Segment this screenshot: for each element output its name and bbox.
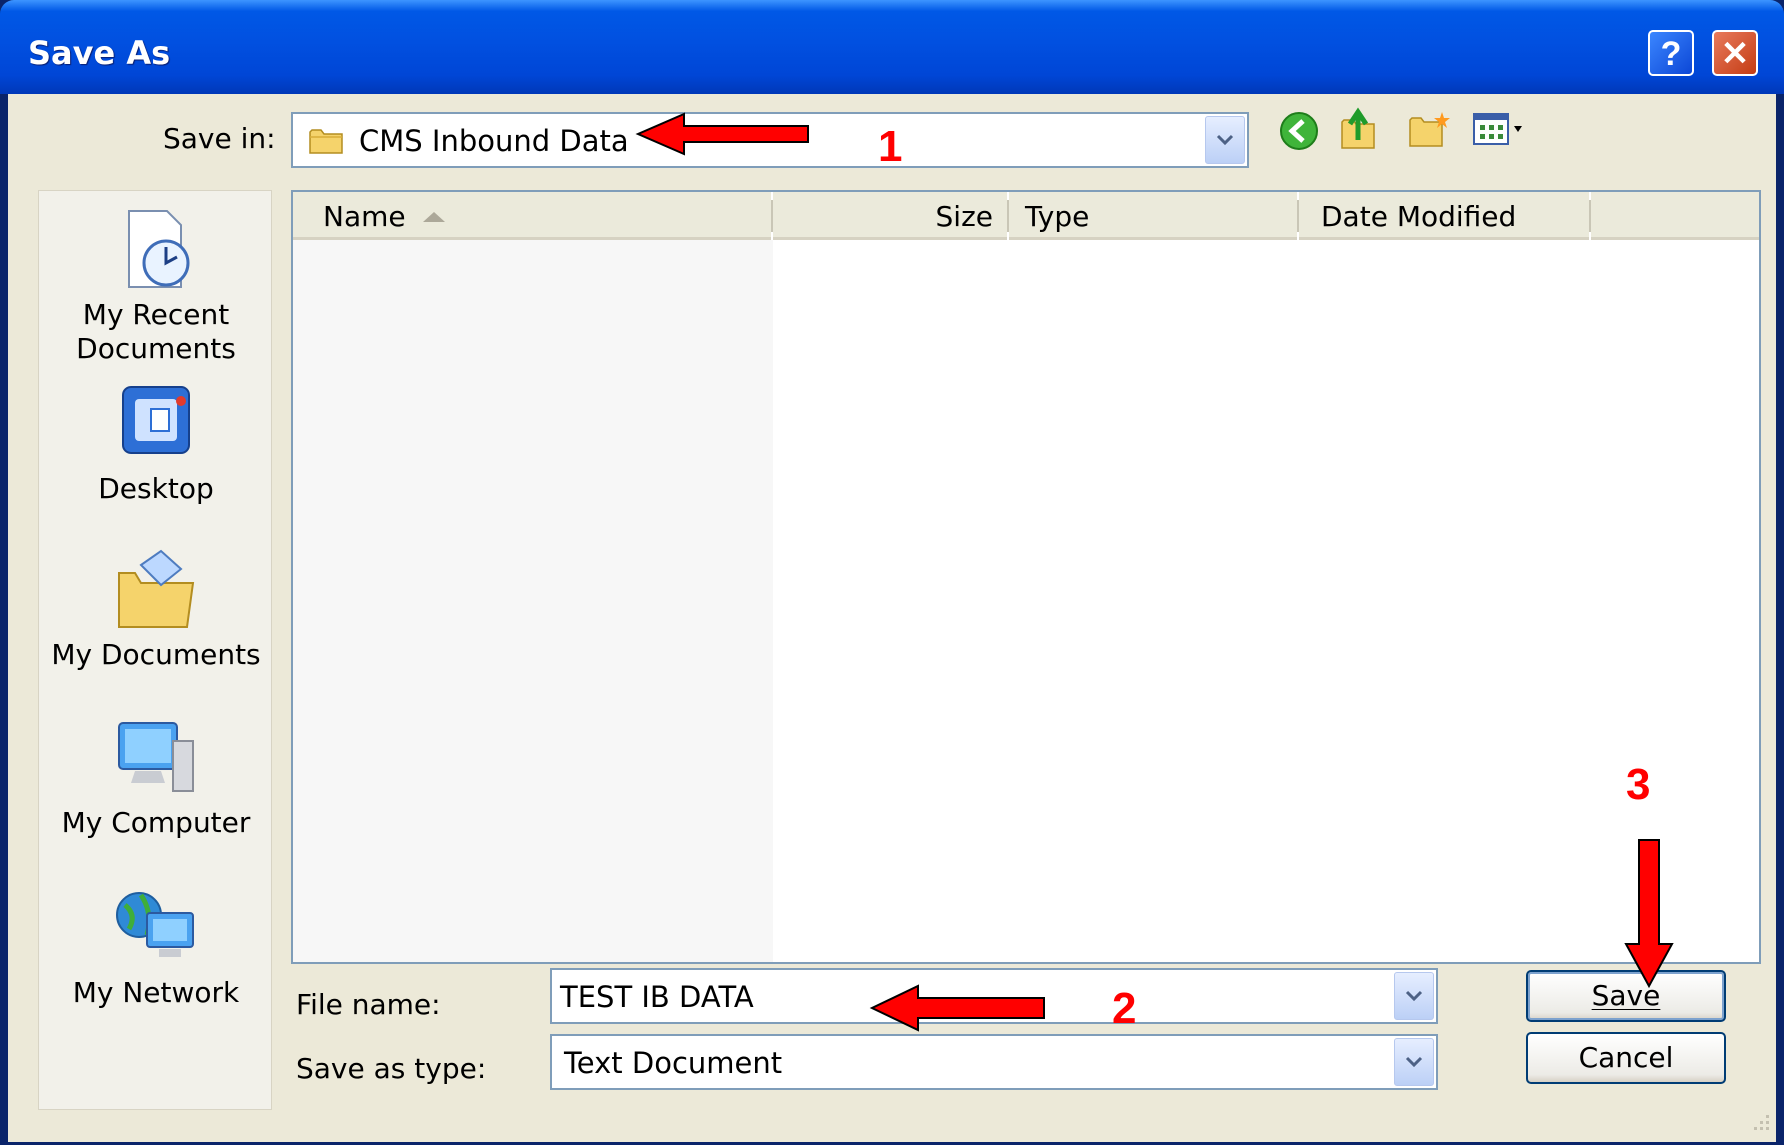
save-as-type-label: Save as type: [296,1052,487,1085]
file-list[interactable]: Name Size Type Date Modified [291,190,1761,964]
my-computer-icon [111,722,201,805]
column-type-label: Type [1025,200,1090,233]
annotation-number-3: 3 [1626,760,1651,809]
column-header-size[interactable]: Size [773,192,1007,240]
file-name-value: TEST IB DATA [560,980,754,1014]
place-label: My Computer [61,806,251,839]
place-my-computer[interactable]: My Computer [39,715,273,840]
place-my-documents[interactable]: My Documents [39,547,273,672]
resize-grip-icon[interactable] [1748,1109,1772,1138]
sort-ascending-icon [421,210,447,229]
my-network-icon [111,892,201,975]
file-name-label: File name: [296,988,441,1021]
annotation-number-1: 1 [878,122,903,171]
annotation-number-2: 2 [1112,984,1137,1033]
column-date-label: Date Modified [1321,200,1517,233]
column-name-label: Name [323,200,406,233]
place-label: My Documents [51,638,261,671]
place-label: My Network [72,976,240,1009]
annotation-arrow-1 [632,110,818,163]
up-folder-icon[interactable] [1338,106,1382,157]
place-label: Desktop [98,472,214,505]
file-name-dropdown-button[interactable] [1394,972,1434,1020]
save-in-label: Save in: [163,122,276,155]
help-button[interactable]: ? [1648,30,1694,76]
save-as-type-value: Text Document [564,1046,783,1080]
place-my-network[interactable]: My Network [39,885,273,1010]
my-documents-icon [111,549,201,637]
column-header-type[interactable]: Type [1009,192,1297,240]
places-bar: My Recent Documents Desktop My Documents… [38,190,272,1110]
save-as-type-select[interactable]: Text Document [550,1034,1438,1090]
column-header-name[interactable]: Name [293,192,771,240]
desktop-icon [111,386,201,471]
views-menu-icon[interactable] [1472,112,1532,153]
column-size-label: Size [935,200,993,233]
save-in-dropdown-button[interactable] [1205,116,1245,164]
folder-icon [309,126,345,161]
title-bar[interactable]: Save As ? ✕ [0,0,1784,94]
window-title: Save As [28,34,171,72]
cancel-button[interactable]: Cancel [1526,1032,1726,1084]
column-header-filler [1591,192,1759,240]
recent-documents-icon [111,210,201,297]
name-column-background [293,240,773,962]
save-as-type-dropdown-button[interactable] [1394,1038,1434,1086]
new-folder-icon[interactable] [1408,108,1452,155]
save-in-value: CMS Inbound Data [359,124,629,158]
back-icon[interactable] [1278,110,1320,157]
annotation-arrow-2 [866,982,1052,1039]
place-my-recent-documents[interactable]: My Recent Documents [39,207,273,366]
annotation-arrow-3 [1622,836,1676,995]
place-label: My Recent Documents [76,298,236,365]
place-desktop[interactable]: Desktop [39,381,273,506]
column-header-date-modified[interactable]: Date Modified [1299,192,1589,240]
close-button[interactable]: ✕ [1712,30,1758,76]
